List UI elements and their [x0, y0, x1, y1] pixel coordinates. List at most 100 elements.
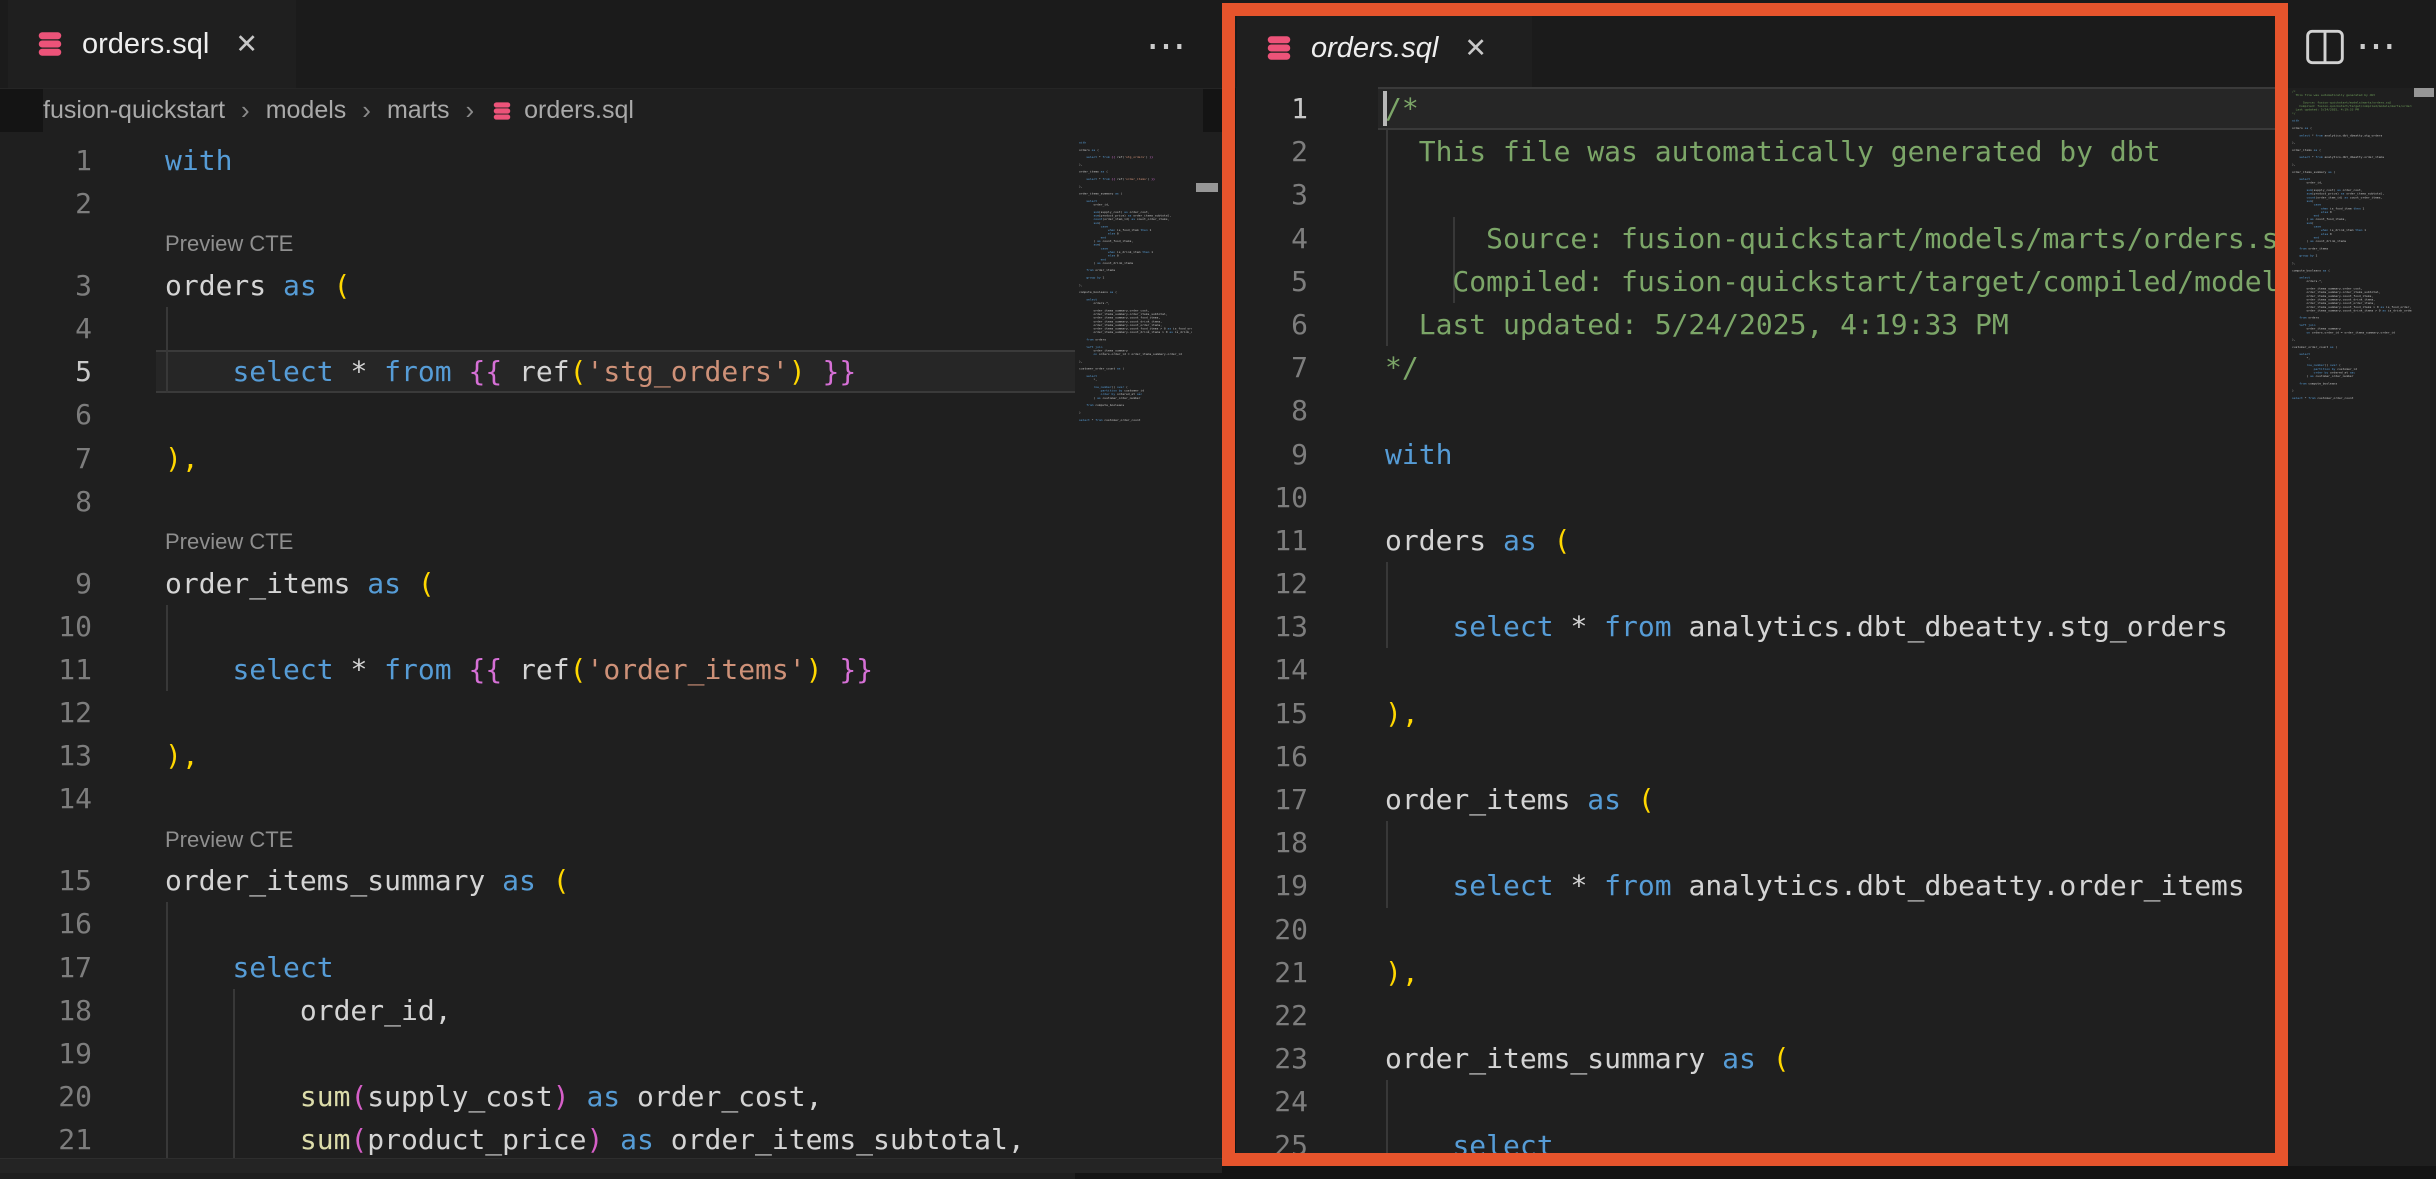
indent-guide	[166, 307, 168, 350]
tab-label: orders.sql	[1311, 32, 1438, 65]
split-editor-icon[interactable]	[2306, 29, 2344, 65]
line-number: 19	[0, 1032, 92, 1075]
code-lens-preview-cte[interactable]: Preview CTE	[165, 821, 293, 860]
code-line-content: select * from {{ ref('stg_orders') }}	[165, 350, 856, 393]
breadcrumb-item-marts[interactable]: marts	[387, 96, 450, 125]
code-line-content: select * from analytics.dbt_dbeatty.stg_…	[1385, 605, 2228, 648]
code-line: 24	[1236, 1080, 2277, 1123]
close-icon[interactable]: ✕	[1464, 35, 1487, 62]
indent-guide	[1386, 562, 1388, 605]
indent-guide	[233, 1032, 235, 1075]
breadcrumb-item-models[interactable]: models	[266, 96, 347, 125]
line-number: 5	[1236, 260, 1308, 303]
line-number: 6	[0, 393, 92, 436]
indent-guide	[166, 1032, 168, 1075]
code-line: 12	[1236, 562, 2277, 605]
line-number: 20	[0, 1075, 92, 1118]
code-line-content: ),	[1385, 951, 1419, 994]
code-line: 20	[1236, 908, 2277, 951]
code-editor-source[interactable]: 1with2Preview CTE3orders as (45 select *…	[0, 132, 1075, 1179]
chevron-right-icon: ›	[241, 95, 250, 126]
line-number: 13	[1236, 605, 1308, 648]
code-line: 8	[1236, 389, 2277, 432]
line-number: 5	[0, 350, 92, 393]
breadcrumb-file-label: orders.sql	[524, 96, 634, 125]
line-number: 22	[1236, 994, 1308, 1037]
code-line: 8	[0, 480, 1075, 523]
line-number: 6	[1236, 303, 1308, 346]
line-number: 21	[1236, 951, 1308, 994]
code-line: 3orders as (	[0, 264, 1075, 307]
line-number: 16	[0, 902, 92, 945]
line-number: 13	[0, 734, 92, 777]
code-line-content: sum(supply_cost) as order_cost,	[165, 1075, 822, 1118]
line-number: 11	[0, 648, 92, 691]
code-lens-row: Preview CTE	[0, 821, 1075, 860]
code-line-content: order_items_summary as (	[1385, 1037, 1790, 1080]
line-number: 1	[0, 139, 92, 182]
code-line: 4 Source: fusion-quickstart/models/marts…	[1236, 217, 2277, 260]
chevron-right-icon: ›	[465, 95, 474, 126]
horizontal-scrollbar-area[interactable]	[0, 1158, 1222, 1173]
line-number: 15	[1236, 692, 1308, 735]
close-icon[interactable]: ✕	[235, 31, 258, 58]
code-line: 11orders as (	[1236, 519, 2277, 562]
code-line: 10	[1236, 476, 2277, 519]
indent-guide	[1386, 821, 1388, 864]
code-line: 19	[0, 1032, 1075, 1075]
line-number: 9	[1236, 433, 1308, 476]
line-number: 24	[1236, 1080, 1308, 1123]
tab-label: orders.sql	[82, 28, 209, 61]
code-line: 18 order_id,	[0, 989, 1075, 1032]
breadcrumb-item-project[interactable]: fusion-quickstart	[43, 96, 225, 125]
line-number: 8	[0, 480, 92, 523]
code-line-content: ),	[165, 734, 199, 777]
code-line-content: order_items_summary as (	[165, 859, 570, 902]
code-line: 5 select * from {{ ref('stg_orders') }}	[0, 350, 1075, 393]
line-number: 14	[1236, 648, 1308, 691]
code-line-content: Last updated: 5/24/2025, 4:19:33 PM	[1385, 303, 2009, 346]
code-lens-preview-cte[interactable]: Preview CTE	[165, 225, 293, 264]
line-number: 20	[1236, 908, 1308, 951]
tab-orders-sql-preview[interactable]: orders.sql ✕	[1237, 8, 1532, 88]
code-line-content: ),	[1385, 692, 1419, 735]
minimap[interactable]: /* This file was automatically generated…	[2288, 88, 2412, 1166]
text-cursor	[1383, 91, 1387, 126]
breadcrumb-item-file[interactable]: orders.sql	[490, 96, 634, 125]
tab-orders-sql-left[interactable]: orders.sql ✕	[8, 0, 296, 88]
code-line-content: with	[165, 139, 232, 182]
code-lens-preview-cte[interactable]: Preview CTE	[165, 523, 293, 562]
code-line: 20 sum(supply_cost) as order_cost,	[0, 1075, 1075, 1118]
code-line-content: select	[165, 946, 334, 989]
code-line: 4	[0, 307, 1075, 350]
code-line: 14	[0, 777, 1075, 820]
breadcrumb: fusion-quickstart › models › marts › ord…	[43, 89, 1203, 132]
more-actions-icon[interactable]: ⋯	[1146, 26, 1192, 66]
line-number: 18	[1236, 821, 1308, 864]
overview-ruler-cursor-mark	[1196, 183, 1218, 192]
code-line: 14	[1236, 648, 2277, 691]
line-number: 2	[0, 182, 92, 225]
code-line-content: with	[1385, 433, 1452, 476]
vscode-window: { "glyphs": { "close": "✕", "more": "⋯",…	[0, 0, 2436, 1172]
code-line: 6 Last updated: 5/24/2025, 4:19:33 PM	[1236, 303, 2277, 346]
line-number: 17	[0, 946, 92, 989]
code-line: 17 select	[0, 946, 1075, 989]
code-lens-row: Preview CTE	[0, 225, 1075, 264]
code-line-content: Source: fusion-quickstart/models/marts/o…	[1385, 217, 2277, 260]
code-line-content: order_id,	[165, 989, 452, 1032]
code-line: 9 with	[1236, 433, 2277, 476]
code-line-content: Compiled: fusion-quickstart/target/compi…	[1385, 260, 2277, 303]
code-line: 3	[1236, 173, 2277, 216]
code-line-content: order_items as (	[1385, 778, 1655, 821]
more-actions-icon[interactable]: ⋯	[2356, 26, 2402, 66]
indent-guide	[166, 902, 168, 945]
code-line: 22	[1236, 994, 2277, 1037]
code-editor-compiled-preview[interactable]: 1/*2 This file was automatically generat…	[1236, 87, 2277, 1166]
line-number: 7	[0, 437, 92, 480]
line-number: 18	[0, 989, 92, 1032]
minimap[interactable]: with orders as ( select * from {{ ref('s…	[1075, 132, 1192, 1172]
database-icon	[1263, 33, 1295, 63]
line-number: 4	[1236, 217, 1308, 260]
line-number: 12	[0, 691, 92, 734]
